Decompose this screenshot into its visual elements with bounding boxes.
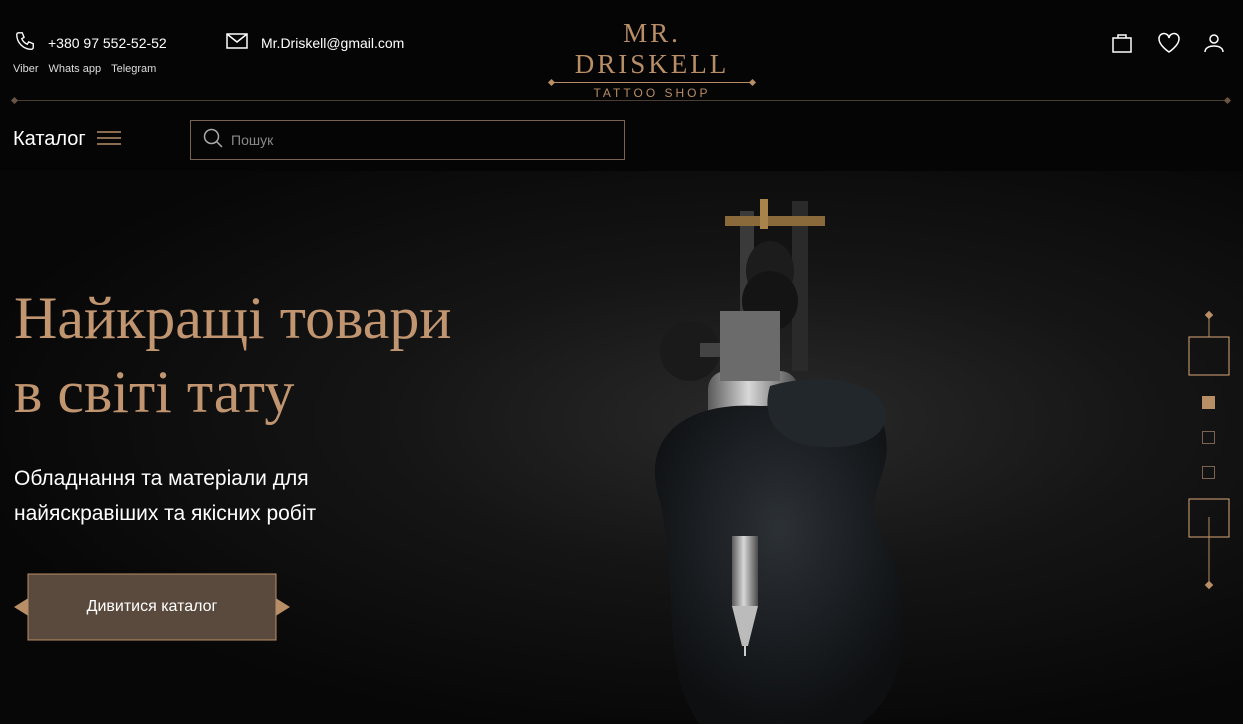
phone-icon — [14, 30, 36, 56]
contact-email-block: Mr.Driskell@gmail.com — [226, 32, 404, 54]
catalog-label: Каталог — [13, 128, 86, 150]
top-bar: +380 97 552-52-52 Viber Whats app Telegr… — [0, 0, 1243, 100]
user-icon[interactable] — [1203, 32, 1227, 54]
hamburger-icon — [96, 130, 122, 150]
hero-title-line-2: в світі тату — [14, 359, 295, 425]
slider-pager — [1187, 311, 1231, 591]
header-actions — [1111, 32, 1227, 54]
pager-prev-frame[interactable] — [1188, 336, 1230, 376]
site-logo[interactable]: MR. DRISKELL TATTOO SHOP — [546, 18, 758, 100]
contact-phone-block: +380 97 552-52-52 Viber Whats app Telegr… — [13, 30, 167, 75]
slider-dot-3[interactable] — [1202, 466, 1215, 479]
slider-dot-2[interactable] — [1202, 431, 1215, 444]
email-link[interactable]: Mr.Driskell@gmail.com — [261, 35, 404, 51]
search-box — [190, 120, 625, 160]
search-icon — [203, 128, 223, 152]
hero-subtitle-line-2: найяскравіших та якісних робіт — [14, 502, 317, 525]
hero-subtitle-line-1: Обладнання та матеріали для — [14, 467, 309, 490]
mail-icon — [226, 32, 248, 54]
logo-name: MR. DRISKELL — [574, 18, 730, 79]
cart-icon[interactable] — [1111, 32, 1135, 54]
hero-subtitle: Обладнання та матеріали для найяскравіши… — [14, 461, 434, 531]
viber-link[interactable]: Viber — [13, 63, 38, 75]
tattoo-machine-image — [654, 199, 905, 724]
phone-number-link[interactable]: +380 97 552-52-52 — [48, 35, 167, 51]
logo-divider — [552, 82, 752, 83]
telegram-link[interactable]: Telegram — [111, 63, 156, 75]
pager-frame — [1188, 311, 1230, 590]
slider-dot-1[interactable] — [1202, 396, 1215, 409]
view-catalog-button[interactable]: Дивитися каталог — [14, 573, 290, 641]
header-divider — [14, 100, 1228, 101]
hero-title-line-1: Найкращі товари — [14, 285, 452, 351]
catalog-menu-button[interactable]: Каталог — [13, 128, 122, 151]
search-input[interactable] — [231, 132, 611, 148]
view-catalog-label: Дивитися каталог — [86, 598, 218, 615]
hero-title: Найкращі товари в світі тату — [14, 281, 614, 429]
hero-banner: Найкращі товари в світі тату Обладнання … — [0, 171, 1243, 724]
whatsapp-link[interactable]: Whats app — [48, 63, 101, 75]
messenger-links: Viber Whats app Telegram — [13, 63, 167, 75]
heart-icon[interactable] — [1157, 32, 1181, 54]
logo-subtitle: TATTOO SHOP — [593, 86, 711, 100]
